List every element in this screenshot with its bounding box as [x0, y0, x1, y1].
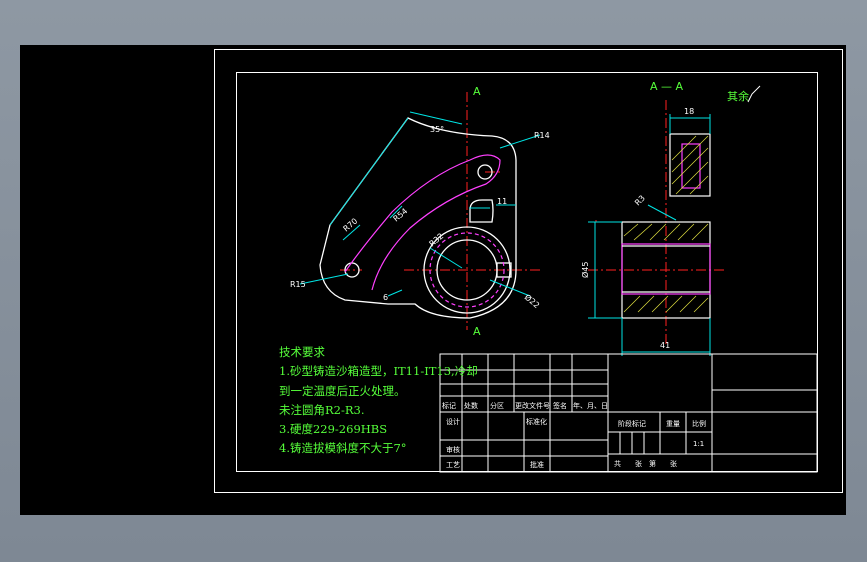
dim-angle: 35° [430, 125, 444, 134]
section-dims [588, 114, 711, 356]
title-block [439, 353, 818, 473]
section-label-bottom: A [473, 325, 481, 338]
tb-date: 年、月、日 [573, 401, 608, 410]
notes-line2: 到一定温度后正火处理。 [279, 384, 406, 398]
dim-eleven: 11 [497, 197, 507, 206]
tb-zone: 分区 [490, 401, 504, 410]
tb-sign: 签名 [553, 401, 567, 410]
tb-standard: 标准化 [526, 417, 547, 426]
notes-title: 技术要求 [279, 345, 325, 359]
dim-eighteen: 18 [684, 107, 694, 116]
dim-r54: R54 [392, 207, 410, 224]
tb-review: 审核 [446, 445, 460, 454]
notes-line1: 1.砂型铸造沙箱造型，IT11-IT13,冷却 [279, 364, 478, 378]
front-view-outline [319, 117, 517, 319]
tb-process: 工艺 [446, 461, 460, 469]
tb-approve: 批准 [530, 460, 544, 469]
section-view-title: A — A [650, 80, 684, 93]
tb-sheets: 共 张 第 张 [614, 459, 677, 468]
dim-r15: R15 [290, 280, 306, 289]
tb-scale-label: 比例 [692, 419, 706, 428]
cad-drawing: 35° R14 R70 R54 R32 R15 Ø22 6 11 A A A —… [290, 80, 818, 473]
dim-dia45: Ø45 [580, 262, 590, 278]
tb-design: 设计 [446, 417, 460, 426]
roughness-symbol [747, 85, 761, 103]
dim-dia22: Ø22 [523, 292, 542, 310]
dim-r70: R70 [342, 217, 360, 234]
dim-six: 6 [383, 293, 388, 302]
tb-doc: 更改文件号 [515, 401, 550, 410]
section-label-top: A [473, 85, 481, 98]
dim-r3: R3 [633, 194, 647, 208]
tb-scale-value: 1:1 [693, 440, 704, 448]
tb-stage: 阶段标记 [618, 419, 646, 428]
roughness-note: 其余 [727, 89, 749, 103]
notes-line5: 4.铸造拔模斜度不大于7° [279, 441, 407, 455]
notes-line4: 3.硬度229-269HBS [279, 422, 388, 436]
tb-mark: 标记 [442, 401, 456, 410]
dim-fortyone: 41 [660, 341, 670, 350]
tb-weight: 重量 [666, 420, 680, 428]
notes-line3: 未注圆角R2-R3. [279, 403, 365, 417]
tb-count: 处数 [464, 401, 478, 410]
dim-r14: R14 [534, 131, 550, 140]
